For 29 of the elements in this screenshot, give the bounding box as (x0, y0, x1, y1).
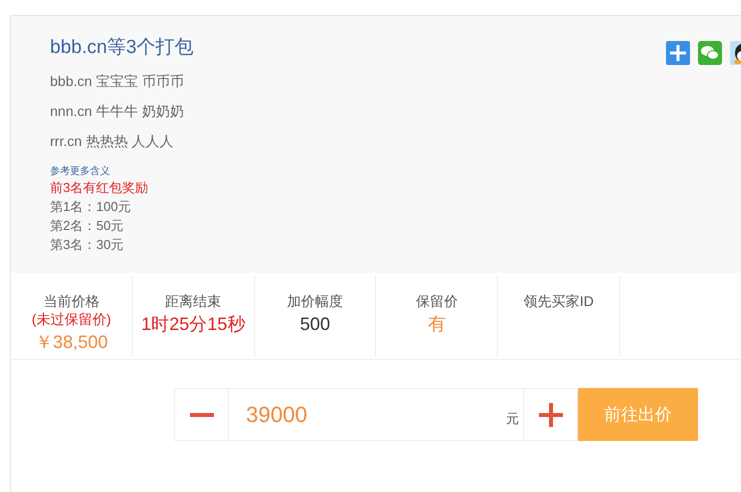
chat-bubbles-icon[interactable] (698, 41, 722, 65)
stat-value: 500 (300, 313, 330, 336)
domain-line: nnn.cn 牛牛牛 奶奶奶 (50, 102, 184, 120)
reward-line: 第2名：50元 (50, 217, 124, 235)
plus-button[interactable] (523, 388, 578, 441)
stat-label: 当前价格 (43, 292, 100, 310)
reward-heading: 前3名有红包奖励 (50, 179, 148, 197)
stat-label: 领先买家ID (524, 292, 594, 310)
stat-value: ￥38,500 (34, 331, 108, 354)
stat-note: (未过保留价) (32, 310, 112, 328)
stat-value: 有 (428, 313, 446, 336)
domain-line: bbb.cn 宝宝宝 币币币 (50, 72, 184, 90)
reward-line: 第3名：30元 (50, 236, 124, 254)
place-bid-button[interactable]: 前往出价 (578, 388, 698, 441)
plus-icon (538, 402, 562, 426)
minus-icon (190, 412, 214, 416)
more-meanings-link[interactable]: 参考更多含义 (50, 166, 110, 178)
plus-icon[interactable] (666, 41, 690, 65)
stat-label: 加价幅度 (287, 292, 344, 310)
domain-line: rrr.cn 热热热 人人人 (50, 132, 174, 150)
listing-title: bbb.cn等3个打包 (50, 36, 194, 60)
stat-label: 距离结束 (165, 292, 222, 310)
bid-input-field[interactable]: 39000 (244, 400, 506, 428)
minus-button[interactable] (174, 388, 229, 441)
penguin-icon[interactable] (730, 41, 741, 65)
stat-value: 1时25分15秒 (141, 313, 246, 336)
unit-label: 元 (506, 410, 519, 428)
reward-line: 第1名：100元 (50, 198, 131, 216)
stat-label: 保留价 (416, 292, 458, 310)
